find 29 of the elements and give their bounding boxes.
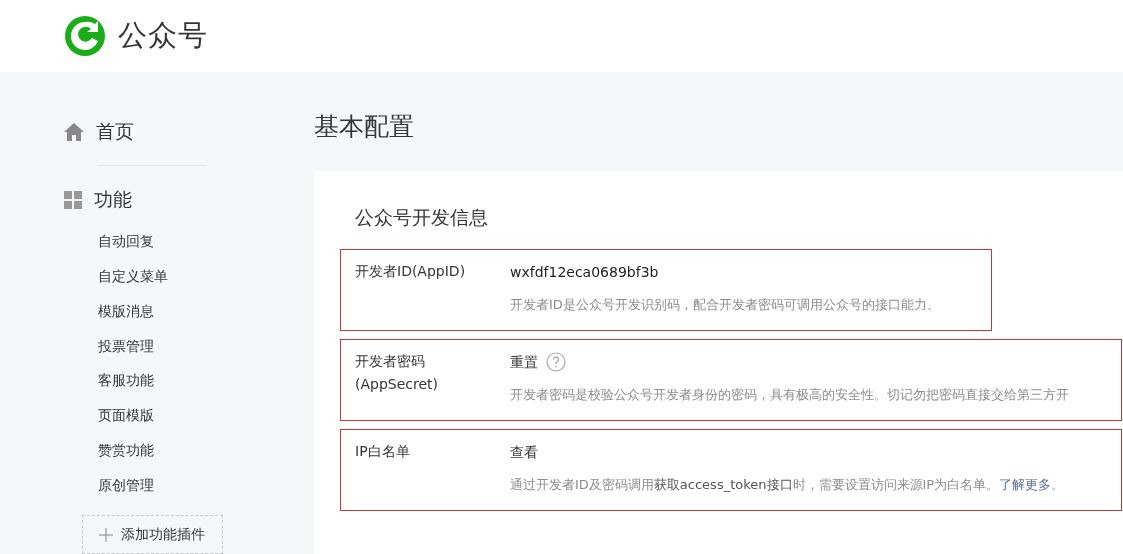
nav-subitem[interactable]: 客服功能 <box>98 364 254 399</box>
add-plugin-button[interactable]: 添加功能插件 <box>82 515 223 554</box>
field-description: 开发者ID是公众号开发识别码，配合开发者密码可调用公众号的接口能力。 <box>510 296 940 314</box>
section-title: 公众号开发信息 <box>355 205 489 230</box>
plus-icon <box>99 527 113 542</box>
page-title: 基本配置 <box>314 111 415 143</box>
nav-subitem[interactable]: 自动回复 <box>98 224 254 260</box>
learn-more-link[interactable]: 了解更多 <box>999 477 1052 492</box>
field-description: 开发者密码是校验公众号开发者身份的密码，具有极高的安全性。切记勿把密码直接交给第三方开 <box>510 386 1069 404</box>
field-label: 开发者ID(AppID) <box>355 262 467 281</box>
nav-subitem[interactable]: 页面模版 <box>98 398 254 434</box>
nav-subitem[interactable]: 原创管理 <box>98 468 254 504</box>
nav-subitem[interactable]: 模版消息 <box>98 294 254 330</box>
action-link[interactable]: 重置 <box>510 350 538 374</box>
field-label: 开发者密码 (AppSecret) <box>355 352 440 394</box>
field-label: IP白名单 <box>355 442 411 461</box>
action-link[interactable]: 查看 <box>510 440 538 464</box>
nav-group[interactable]: 功能 <box>64 186 254 214</box>
nav-item[interactable]: 首页 <box>64 118 254 146</box>
nav-subitem[interactable]: 自定义菜单 <box>98 259 254 295</box>
brand-title: 公众号 <box>118 17 208 54</box>
logo-icon <box>64 15 106 57</box>
field-description: 通过开发者ID及密码调用获取access_token接口 时，需要设置访问来源IP为白名单。了解更多。 <box>510 476 1065 494</box>
home-icon <box>64 122 84 141</box>
grid-icon <box>64 190 82 209</box>
nav-subitem[interactable]: 投票管理 <box>98 329 254 364</box>
nav-subitem[interactable]: 赞赏功能 <box>98 433 254 469</box>
field-value: wxfdf12eca0689bf3b <box>510 263 659 282</box>
help-icon[interactable] <box>546 352 566 372</box>
